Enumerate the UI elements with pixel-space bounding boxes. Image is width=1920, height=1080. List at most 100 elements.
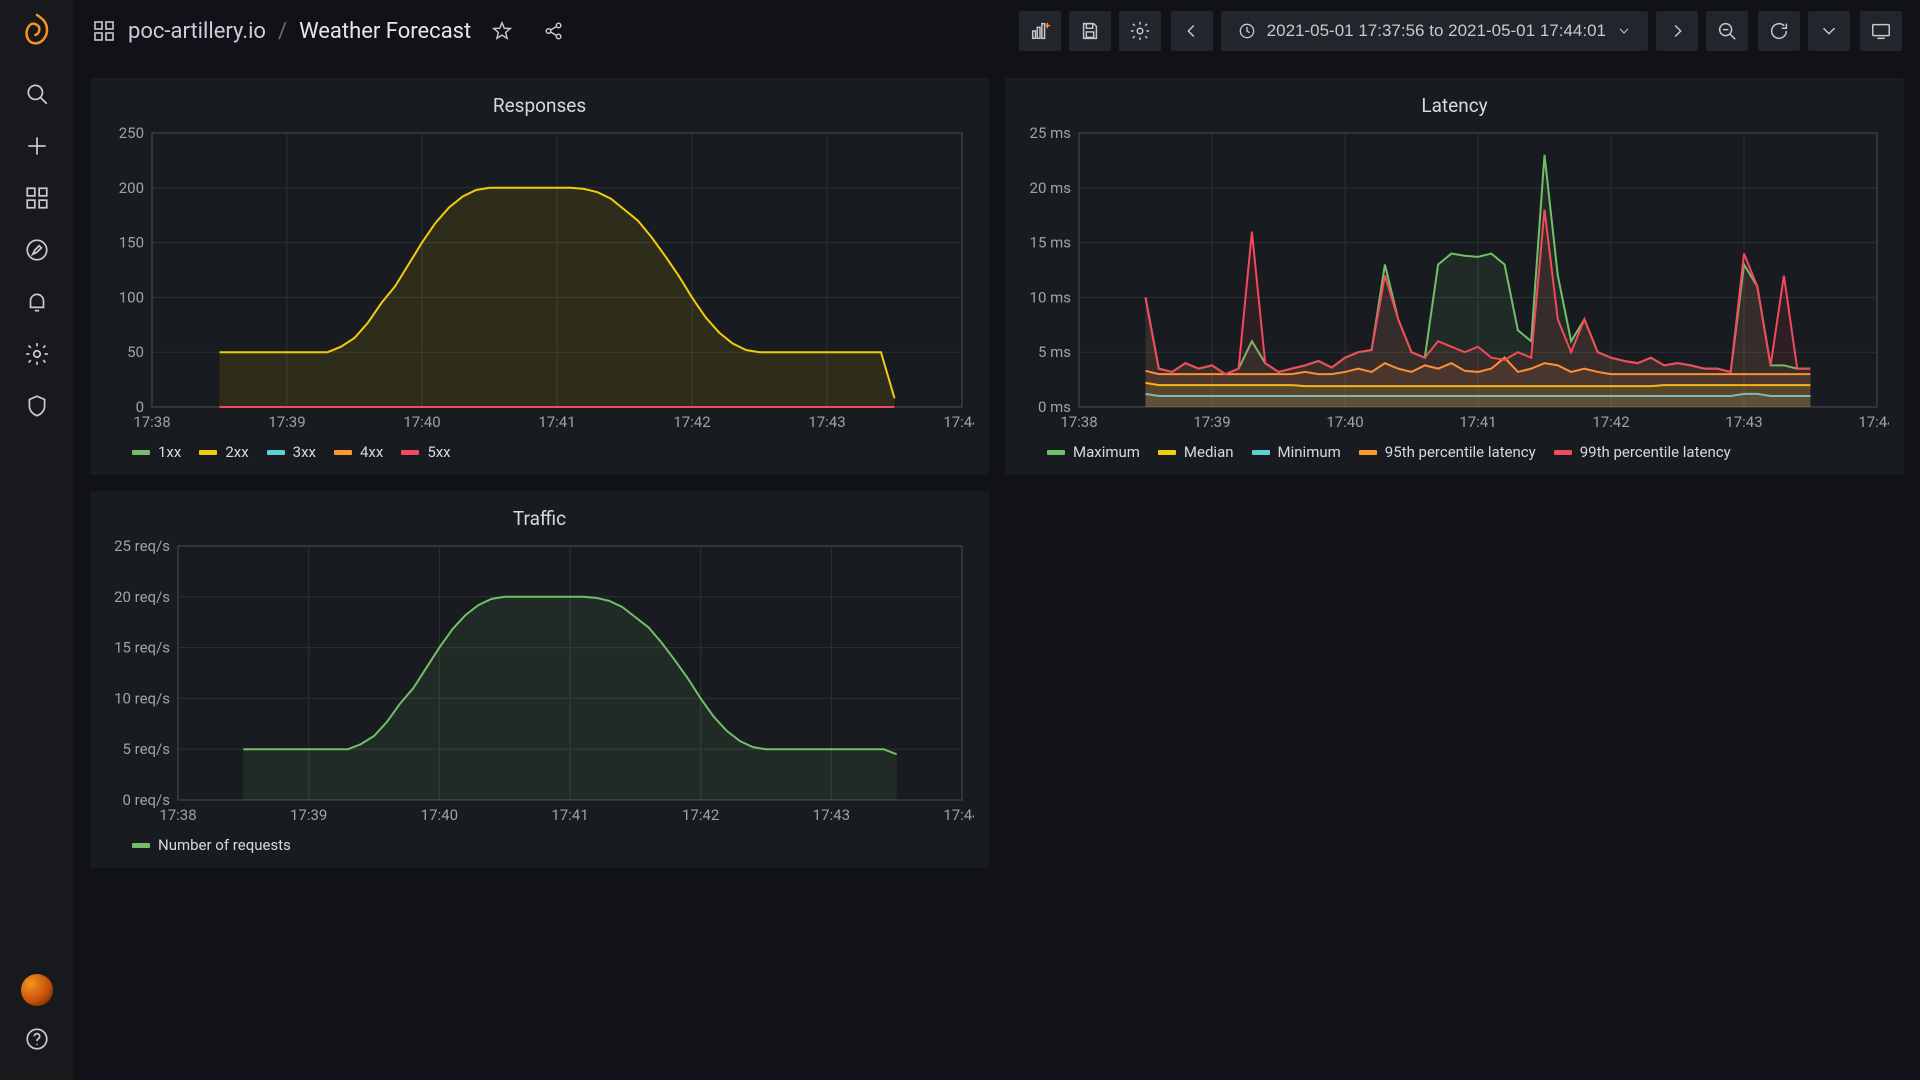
page-title[interactable]: Weather Forecast [299,19,471,44]
svg-text:15 ms: 15 ms [1030,234,1071,252]
refresh-interval-button[interactable] [1808,11,1850,51]
grafana-logo-icon[interactable] [17,10,57,50]
topbar: poc-artillery.io / Weather Forecast 2021… [74,0,1920,62]
panel-title: Responses [104,88,975,125]
svg-text:20 ms: 20 ms [1030,179,1071,197]
svg-text:17:41: 17:41 [538,413,575,431]
dashboards-icon[interactable] [23,184,51,212]
svg-text:17:42: 17:42 [682,806,719,824]
legend-latency: Maximum Median Minimum 95th percentile late… [1019,435,1890,461]
chart-responses[interactable]: 05010015020025017:3817:3917:4017:4117:42… [104,125,974,435]
panel-responses[interactable]: Responses 05010015020025017:3817:3917:40… [90,78,989,475]
svg-text:17:43: 17:43 [813,806,850,824]
legend-swatch [132,843,150,848]
save-button[interactable] [1069,11,1111,51]
svg-text:10 req/s: 10 req/s [114,689,170,707]
zoom-out-button[interactable] [1706,11,1748,51]
legend-swatch [1252,450,1270,455]
alerting-icon[interactable] [23,288,51,316]
legend-item[interactable]: 1xx [132,443,181,461]
svg-text:17:40: 17:40 [1326,413,1363,431]
legend-label: Number of requests [158,836,291,854]
user-avatar[interactable] [21,974,53,1006]
panel-title: Latency [1019,88,1890,125]
legend-label: Median [1184,443,1234,461]
svg-text:17:41: 17:41 [551,806,588,824]
time-range-picker[interactable]: 2021-05-01 17:37:56 to 2021-05-01 17:44:… [1221,11,1648,51]
legend-traffic: Number of requests [104,828,975,854]
legend-responses: 1xx 2xx 3xx 4xx 5xx [104,435,975,461]
chart-latency[interactable]: 0 ms5 ms10 ms15 ms20 ms25 ms17:3817:3917… [1019,125,1889,435]
svg-text:17:42: 17:42 [1592,413,1629,431]
svg-text:25 req/s: 25 req/s [114,538,170,555]
svg-text:250: 250 [119,125,144,142]
legend-item[interactable]: 2xx [199,443,248,461]
time-back-button[interactable] [1171,11,1213,51]
svg-text:17:38: 17:38 [133,413,170,431]
panel-title: Traffic [104,501,975,538]
svg-text:17:42: 17:42 [673,413,710,431]
breadcrumb-folder[interactable]: poc-artillery.io [128,19,266,44]
svg-text:20 req/s: 20 req/s [114,588,170,606]
legend-swatch [1554,450,1572,455]
plus-icon[interactable] [23,132,51,160]
svg-text:10 ms: 10 ms [1030,288,1071,306]
legend-item[interactable]: 3xx [267,443,316,461]
dashboards-icon[interactable] [92,19,116,43]
star-button[interactable] [481,11,523,51]
legend-label: 2xx [225,443,248,461]
legend-item[interactable]: 99th percentile latency [1554,443,1731,461]
svg-text:100: 100 [119,288,144,306]
chart-traffic[interactable]: 0 req/s5 req/s10 req/s15 req/s20 req/s25… [104,538,974,828]
gear-icon[interactable] [23,340,51,368]
refresh-button[interactable] [1758,11,1800,51]
legend-swatch [132,450,150,455]
panel-traffic[interactable]: Traffic 0 req/s5 req/s10 req/s15 req/s20… [90,491,989,868]
svg-text:17:39: 17:39 [268,413,305,431]
legend-label: 3xx [293,443,316,461]
explore-icon[interactable] [23,236,51,264]
search-icon[interactable] [23,80,51,108]
legend-item[interactable]: Median [1158,443,1234,461]
legend-item[interactable]: 4xx [334,443,383,461]
sidebar [0,0,74,1080]
legend-item[interactable]: 95th percentile latency [1359,443,1536,461]
svg-text:17:40: 17:40 [403,413,440,431]
legend-label: 4xx [360,443,383,461]
svg-text:5 req/s: 5 req/s [122,740,170,758]
settings-button[interactable] [1119,11,1161,51]
time-forward-button[interactable] [1656,11,1698,51]
legend-item[interactable]: 5xx [401,443,450,461]
legend-label: 5xx [427,443,450,461]
svg-text:17:38: 17:38 [159,806,196,824]
svg-text:50: 50 [127,343,144,361]
legend-swatch [1047,450,1065,455]
legend-label: 99th percentile latency [1580,443,1731,461]
legend-item[interactable]: Minimum [1252,443,1341,461]
legend-label: 1xx [158,443,181,461]
legend-swatch [1359,450,1377,455]
svg-text:17:43: 17:43 [1725,413,1762,431]
svg-text:17:39: 17:39 [1193,413,1230,431]
svg-text:200: 200 [119,179,144,197]
legend-swatch [401,450,419,455]
panel-latency[interactable]: Latency 0 ms5 ms10 ms15 ms20 ms25 ms17:3… [1005,78,1904,475]
dashboard-grid: Responses 05010015020025017:3817:3917:40… [74,62,1920,1080]
svg-text:17:44: 17:44 [1858,413,1889,431]
svg-text:15 req/s: 15 req/s [114,639,170,657]
tv-mode-button[interactable] [1860,11,1902,51]
legend-swatch [334,450,352,455]
breadcrumb-separator: / [278,19,287,44]
legend-label: Maximum [1073,443,1140,461]
svg-text:17:39: 17:39 [290,806,327,824]
shield-icon[interactable] [23,392,51,420]
legend-item[interactable]: Maximum [1047,443,1140,461]
svg-text:17:41: 17:41 [1459,413,1496,431]
breadcrumb: poc-artillery.io / Weather Forecast [92,19,471,44]
legend-item[interactable]: Number of requests [132,836,291,854]
share-button[interactable] [533,11,575,51]
time-range-label: 2021-05-01 17:37:56 to 2021-05-01 17:44:… [1267,21,1606,41]
add-panel-button[interactable] [1019,11,1061,51]
svg-text:17:40: 17:40 [421,806,458,824]
help-icon[interactable] [24,1026,50,1056]
